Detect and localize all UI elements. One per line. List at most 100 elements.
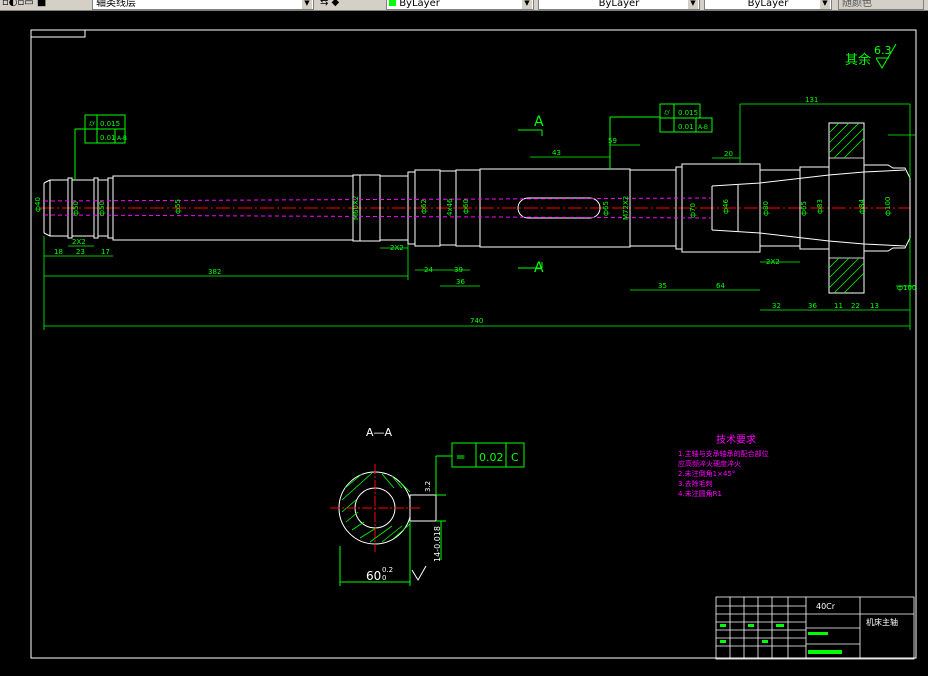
dim-len-64: 64 [716, 282, 725, 290]
dim-d46: ф46 [722, 199, 730, 214]
title-block-part-name: 机床主轴 [866, 617, 898, 627]
dim-len-59: 59 [608, 137, 617, 145]
drawing-canvas[interactable]: ⌭ 0.015 0.01 A-B ⌭ 0.015 0.01 A-B A A ф4… [0, 11, 928, 676]
dim-d55: ф55 [174, 199, 182, 214]
color-dropdown[interactable]: ByLayer ▼ [386, 0, 534, 10]
fcf-upper-datum: A-B [117, 135, 127, 142]
color-swatch [389, 0, 396, 6]
lineweight-dropdown[interactable]: ByLayer ▼ [704, 0, 832, 10]
right-edge [924, 11, 928, 676]
dim-d50: ф50 [72, 201, 80, 216]
dim-len-35: 35 [658, 282, 667, 290]
dim-len-13: 13 [870, 302, 879, 310]
fcf-upper-symbol: ⌭ [89, 119, 95, 128]
dim-thread-mid: M72X2 [622, 196, 630, 220]
section-dim-60: 60 [366, 569, 381, 583]
roughness-label: 其余 [845, 52, 871, 68]
dim-d100b: ф100 [897, 284, 916, 292]
tolerance-value: 0.02 [479, 451, 504, 464]
linetype-dropdown[interactable]: ByLayer ▼ [538, 0, 700, 10]
dim-len-20: 20 [724, 150, 733, 158]
tech-req-line1: 1.主轴与支承轴承的配合部位 [678, 449, 769, 458]
tech-req-title: 技术要求 [716, 433, 756, 446]
dim-len-36: 36 [808, 302, 817, 310]
section-label-bottom: A [534, 260, 544, 276]
dim-len-total: 740 [470, 317, 483, 325]
properties-toolbar: ▫◐▫▭ ■ 轴类线层 ▼ ⇆ ◆ ByLayer ▼ ByLayer ▼ By… [0, 0, 928, 11]
tech-req-line2: 2.未注倒角1×45° [678, 469, 735, 478]
drawing-border [30, 29, 917, 659]
dim-len-22: 22 [851, 302, 860, 310]
section-view-title: A—A [366, 426, 393, 439]
tech-req-line3: 3.去除毛刺 [678, 479, 713, 488]
chevron-down-icon: ▼ [522, 0, 532, 9]
layer-icons[interactable]: ▫◐▫▭ ■ [2, 0, 46, 9]
title-block-material: 40Cr [816, 602, 836, 611]
fcf-mid-value1: 0.015 [678, 109, 698, 117]
fcf-mid: ⌭ 0.015 0.01 A-B [609, 103, 713, 169]
color-dropdown-value: ByLayer [399, 0, 440, 9]
dim-len-24: 24 [424, 266, 433, 274]
dim-len-23: 23 [76, 248, 85, 256]
chevron-down-icon: ▼ [820, 0, 830, 9]
technical-requirements: 技术要求 1.主轴与支承轴承的配合部位 应高频淬火硬度淬火 2.未注倒角1×45… [678, 433, 769, 498]
linetype-dropdown-value: ByLayer [598, 0, 640, 9]
chevron-down-icon: ▼ [688, 0, 698, 9]
dim-d84: ф84 [858, 199, 866, 214]
dim-len-131: 131 [805, 96, 818, 104]
fcf-mid-symbol: ⌭ [664, 108, 670, 117]
dim-len-39: 39 [454, 266, 463, 274]
dim-d60: ф60 [462, 199, 470, 214]
fcf-upper-value2: 0.01 [100, 134, 116, 142]
title-block [715, 596, 915, 660]
dim-d65: ф65 [602, 201, 610, 216]
tolerance-symbol: ═ [456, 450, 465, 464]
dim-len-18: 18 [54, 248, 63, 256]
dim-len-36b: 36 [456, 278, 465, 286]
section-dim-14: 14-0.018 [433, 526, 442, 562]
section-roughness: 3.2 [424, 481, 432, 492]
dim-d83: ф83 [816, 199, 824, 214]
dimension-texts: ф40 ф50 ф50 ф55 M60X2 ф62 4x46 ф60 ф65 M… [34, 96, 916, 325]
section-dim-60-tol-bot: 0 [382, 574, 386, 582]
lineweight-dropdown-value: ByLayer [747, 0, 789, 9]
dim-d50b: ф50 [98, 201, 106, 216]
dim-len-32: 32 [772, 302, 781, 310]
dim-d80: ф80 [762, 201, 770, 216]
tech-req-line1b: 应高频淬火硬度淬火 [678, 459, 741, 468]
dim-d70: ф70 [689, 203, 697, 218]
fcf-mid-value2: 0.01 [678, 123, 694, 131]
dim-d62: ф62 [420, 199, 428, 214]
layer-dropdown-value: 轴类线层 [96, 0, 136, 9]
dim-chamfer-right: 2X2 [766, 258, 780, 266]
fcf-upper-value1: 0.015 [100, 120, 120, 128]
roughness-note: 其余 6.3 [845, 43, 897, 69]
tolerance-datum: C [511, 451, 519, 464]
dim-len-17: 17 [101, 248, 110, 256]
dim-len-11: 11 [834, 302, 843, 310]
dim-d100: ф100 [884, 197, 892, 216]
dim-len-43: 43 [552, 149, 561, 157]
section-marker-bottom: A [518, 260, 544, 276]
dim-d65b: ф65 [800, 201, 808, 216]
fcf-upper: ⌭ 0.015 0.01 A-B [74, 114, 127, 180]
plotstyle-dropdown-value: 随颜色 [842, 0, 872, 9]
section-dim-60-tol-top: 0.2 [382, 566, 393, 574]
dim-spline: 4x46 [446, 198, 454, 216]
plotstyle-dropdown[interactable]: 随颜色 [838, 0, 924, 10]
layer-tools-icons[interactable]: ⇆ ◆ [320, 0, 339, 9]
title-block-fills [720, 624, 842, 654]
fcf-mid-datum: A-B [698, 124, 708, 131]
section-view: A—A 60 0.2 0 14-0.018 3.2 ═ 0.02 C [330, 426, 525, 586]
dim-chamfer-left: 2X2 [72, 238, 86, 246]
dim-d40: ф40 [34, 197, 42, 212]
layer-dropdown[interactable]: 轴类线层 ▼ [92, 0, 314, 10]
section-marker-top: A [518, 114, 544, 136]
roughness-value: 6.3 [874, 44, 892, 57]
dim-chamfer-mid: 2X2 [390, 244, 404, 252]
tech-req-line4: 4.未注圆角R1 [678, 489, 722, 498]
chevron-down-icon: ▼ [302, 0, 312, 9]
dim-len-382: 382 [208, 268, 221, 276]
section-label-top: A [534, 114, 544, 130]
dim-thread-left: M60X2 [352, 196, 360, 220]
